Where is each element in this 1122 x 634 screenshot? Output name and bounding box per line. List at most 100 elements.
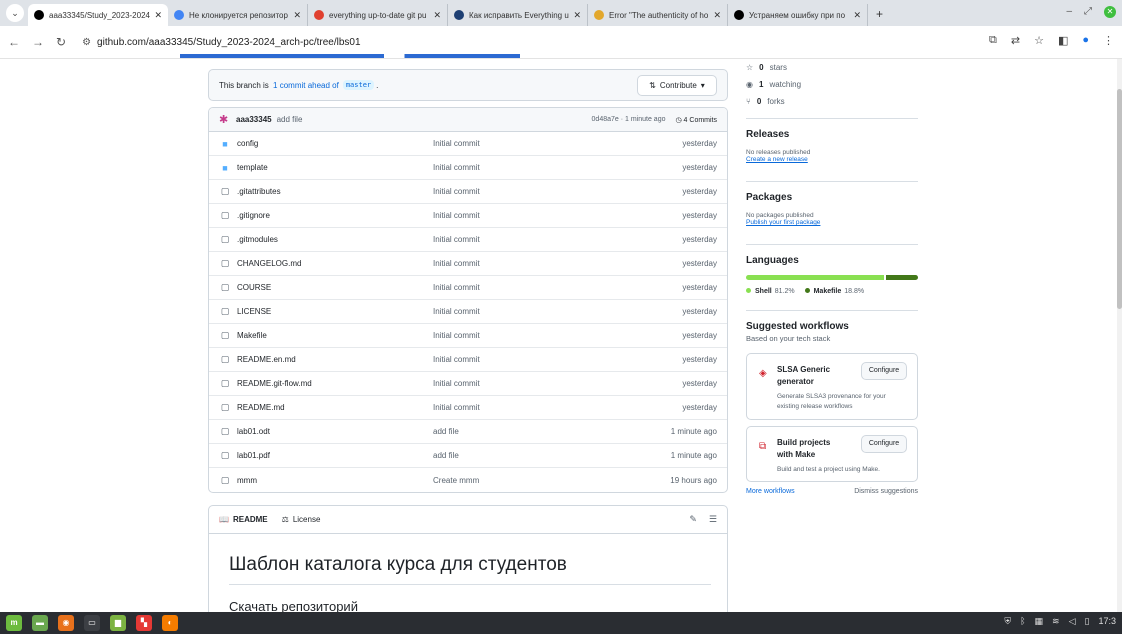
file-name-link[interactable]: LICENSE xyxy=(237,307,433,316)
file-name-link[interactable]: lab01.pdf xyxy=(237,451,433,460)
volume-icon[interactable]: ◁ xyxy=(1069,616,1076,627)
close-window-icon[interactable]: ✕ xyxy=(1104,6,1116,18)
configure-button[interactable]: Configure xyxy=(861,362,907,380)
commit-message-link[interactable]: Initial commit xyxy=(433,403,682,412)
address-bar[interactable]: ⚙ github.com/aaa33345/Study_2023-2024_ar… xyxy=(78,31,1079,53)
table-row[interactable]: ▢ lab01.pdf add file 1 minute ago xyxy=(209,444,727,468)
reload-icon[interactable]: ↻ xyxy=(56,35,66,49)
minimize-icon[interactable]: – xyxy=(1066,6,1072,18)
watching-link[interactable]: ◉ 1 watching xyxy=(746,76,918,93)
table-row[interactable]: ▢ README.en.md Initial commit yesterday xyxy=(209,348,727,372)
packages-title[interactable]: Packages xyxy=(746,192,918,203)
bookmark-star-icon[interactable]: ☆ xyxy=(1034,34,1044,47)
edit-pencil-icon[interactable]: ✎ xyxy=(689,514,697,525)
browser-tab[interactable]: aaa33345/Study_2023-2024_ ✕ xyxy=(28,4,168,26)
outline-list-icon[interactable]: ☰ xyxy=(709,514,717,525)
commit-message-link[interactable]: Initial commit xyxy=(433,211,682,220)
shield-icon[interactable]: ⛨ xyxy=(1004,616,1011,627)
install-app-icon[interactable]: ⧉ xyxy=(989,34,997,47)
language-legend-item[interactable]: Makefile 18.8% xyxy=(804,288,864,295)
sidepanel-icon[interactable]: ◧ xyxy=(1058,34,1068,47)
scrollbar-thumb[interactable] xyxy=(1117,89,1122,309)
browser-tab[interactable]: everything up-to-date git pu ✕ xyxy=(308,4,448,26)
show-desktop-icon[interactable]: ▬ xyxy=(32,615,48,631)
keyboard-layout-icon[interactable]: ▦ xyxy=(1035,616,1044,627)
commit-meta[interactable]: 0d48a7e · 1 minute ago xyxy=(592,116,666,123)
new-tab-icon[interactable]: + xyxy=(876,7,883,21)
base-branch-label[interactable]: master xyxy=(342,80,375,90)
restore-icon[interactable]: ⤢ xyxy=(1084,6,1092,18)
file-name-link[interactable]: Makefile xyxy=(237,331,433,340)
battery-icon[interactable]: ▯ xyxy=(1085,616,1090,627)
forward-icon[interactable]: → xyxy=(32,35,44,49)
wifi-icon[interactable]: ≋ xyxy=(1052,616,1060,627)
menu-kebab-icon[interactable]: ⋮ xyxy=(1103,34,1114,47)
contribute-button[interactable]: ⇅ Contribute ▾ xyxy=(637,75,717,96)
page-scrollbar[interactable] xyxy=(1117,59,1122,612)
commit-message-link[interactable]: Initial commit xyxy=(433,259,682,268)
site-info-icon[interactable]: ⚙ xyxy=(82,37,91,48)
back-icon[interactable]: ← xyxy=(8,35,20,49)
file-name-link[interactable]: .gitattributes xyxy=(237,187,433,196)
translate-icon[interactable]: ⇄ xyxy=(1011,34,1020,47)
browser-tab[interactable]: Error "The authenticity of ho ✕ xyxy=(588,4,728,26)
commit-message[interactable]: add file xyxy=(277,115,303,124)
close-tab-icon[interactable]: ✕ xyxy=(573,10,581,21)
commit-message-link[interactable]: Create mmm xyxy=(433,476,670,485)
commit-message-link[interactable]: Initial commit xyxy=(433,331,682,340)
close-tab-icon[interactable]: ✕ xyxy=(433,10,441,21)
avatar[interactable]: ✱ xyxy=(219,114,231,126)
commits-link[interactable]: ◷ 4 Commits xyxy=(675,116,717,124)
commit-message-link[interactable]: Initial commit xyxy=(433,355,682,364)
browser-tab[interactable]: Как исправить Everything u ✕ xyxy=(448,4,588,26)
table-row[interactable]: ▢ CHANGELOG.md Initial commit yesterday xyxy=(209,252,727,276)
file-name-link[interactable]: template xyxy=(237,163,433,172)
file-name-link[interactable]: .gitignore xyxy=(237,211,433,220)
commit-message-link[interactable]: add file xyxy=(433,451,671,460)
close-tab-icon[interactable]: ✕ xyxy=(713,10,721,21)
stars-link[interactable]: ☆ 0 stars xyxy=(746,59,918,76)
table-row[interactable]: ▢ mmm Create mmm 19 hours ago xyxy=(209,468,727,492)
firefox-icon[interactable]: ◉ xyxy=(58,615,74,631)
ahead-commits-link[interactable]: 1 commit ahead of xyxy=(273,81,339,90)
table-row[interactable]: ■ config Initial commit yesterday xyxy=(209,132,727,156)
file-name-link[interactable]: CHANGELOG.md xyxy=(237,259,433,268)
table-row[interactable]: ■ template Initial commit yesterday xyxy=(209,156,727,180)
configure-button[interactable]: Configure xyxy=(861,435,907,453)
table-row[interactable]: ▢ .gitmodules Initial commit yesterday xyxy=(209,228,727,252)
browser-tab[interactable]: Устраняем ошибку при по ✕ xyxy=(728,4,868,26)
browser-tab[interactable]: Не клонируется репозитор ✕ xyxy=(168,4,308,26)
close-tab-icon[interactable]: ✕ xyxy=(293,10,301,21)
table-row[interactable]: ▢ README.git-flow.md Initial commit yesterd… xyxy=(209,372,727,396)
commit-message-link[interactable]: Initial commit xyxy=(433,283,682,292)
file-name-link[interactable]: README.md xyxy=(237,403,433,412)
tab-search-icon[interactable]: ⌄ xyxy=(6,4,24,22)
file-name-link[interactable]: README.en.md xyxy=(237,355,433,364)
forks-link[interactable]: ⑂ 0 forks xyxy=(746,93,918,110)
commit-message-link[interactable]: Initial commit xyxy=(433,139,682,148)
file-name-link[interactable]: config xyxy=(237,139,433,148)
table-row[interactable]: ▢ LICENSE Initial commit yesterday xyxy=(209,300,727,324)
more-workflows-link[interactable]: More workflows xyxy=(746,488,795,495)
table-row[interactable]: ▢ .gitattributes Initial commit yesterday xyxy=(209,180,727,204)
commit-message-link[interactable]: add file xyxy=(433,427,671,436)
commit-message-link[interactable]: Initial commit xyxy=(433,163,682,172)
create-release-link[interactable]: Create a new release xyxy=(746,156,918,163)
table-row[interactable]: ▢ Makefile Initial commit yesterday xyxy=(209,324,727,348)
table-row[interactable]: ▢ README.md Initial commit yesterday xyxy=(209,396,727,420)
releases-title[interactable]: Releases xyxy=(746,129,918,140)
terminal-icon[interactable]: ▭ xyxy=(84,615,100,631)
profile-icon[interactable]: ● xyxy=(1082,34,1089,47)
commit-message-link[interactable]: Initial commit xyxy=(433,187,682,196)
dismiss-suggestions-link[interactable]: Dismiss suggestions xyxy=(854,488,918,495)
commit-message-link[interactable]: Initial commit xyxy=(433,379,682,388)
clock[interactable]: 17:3 xyxy=(1098,616,1116,627)
table-row[interactable]: ▢ .gitignore Initial commit yesterday xyxy=(209,204,727,228)
file-name-link[interactable]: COURSE xyxy=(237,283,433,292)
file-name-link[interactable]: README.git-flow.md xyxy=(237,379,433,388)
commit-message-link[interactable]: Initial commit xyxy=(433,307,682,316)
file-name-link[interactable]: lab01.odt xyxy=(237,427,433,436)
start-menu-icon[interactable]: m xyxy=(6,615,22,631)
commit-author-link[interactable]: aaa33345 xyxy=(236,115,272,124)
table-row[interactable]: ▢ COURSE Initial commit yesterday xyxy=(209,276,727,300)
